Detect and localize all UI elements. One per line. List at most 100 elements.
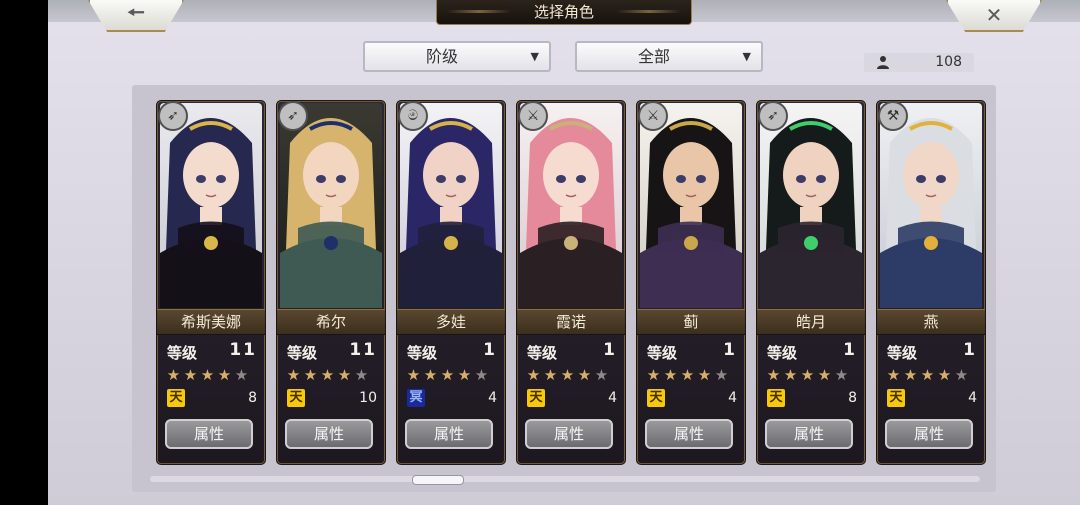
star-icon: ★ [697, 366, 712, 384]
level-value: 1 [723, 340, 737, 360]
character-portrait [520, 103, 622, 308]
rank-badge: 天 [647, 389, 665, 407]
class-filter-dropdown[interactable]: 阶级 ▼ [363, 41, 551, 72]
sword-icon: ⚔ [638, 101, 668, 131]
level-label: 等级 [407, 344, 438, 362]
attribute-button[interactable]: 属性 [885, 419, 973, 449]
star-icon: ★ [817, 366, 832, 384]
person-icon [877, 56, 889, 69]
star-icon: ★ [594, 366, 609, 384]
character-card[interactable]: ➶ 希尔 等级 11 ★ ★ ★ ★ ★ 天 10 属性 [276, 100, 386, 465]
star-rating: ★ ★ ★ ★ ★ [765, 365, 850, 384]
character-card[interactable]: ⚔ 蓟 等级 1 ★ ★ ★ ★ ★ 天 4 属性 [636, 100, 746, 465]
star-icon: ★ [354, 366, 369, 384]
scrollbar-thumb[interactable] [412, 475, 464, 485]
level-label: 等级 [887, 344, 918, 362]
rank-badge: 冥 [407, 389, 425, 407]
star-rating: ★ ★ ★ ★ ★ [285, 365, 370, 384]
star-icon: ★ [406, 366, 421, 384]
star-icon: ★ [474, 366, 489, 384]
attribute-button[interactable]: 属性 [765, 419, 853, 449]
star-icon: ★ [166, 366, 181, 384]
character-portrait [160, 103, 262, 308]
star-rating: ★ ★ ★ ★ ★ [645, 365, 730, 384]
character-name: 蓟 [637, 309, 745, 335]
character-name: 希尔 [277, 309, 385, 335]
attribute-button[interactable]: 属性 [525, 419, 613, 449]
star-icon: ★ [646, 366, 661, 384]
character-name: 多娃 [397, 309, 505, 335]
attribute-button[interactable]: 属性 [285, 419, 373, 449]
dropdown-triangle-icon: ▼ [742, 50, 751, 63]
character-stats: 等级 1 ★ ★ ★ ★ ★ 天 4 属性 [877, 334, 985, 464]
star-icon: ★ [440, 366, 455, 384]
attribute-button[interactable]: 属性 [405, 419, 493, 449]
star-icon: ★ [543, 366, 558, 384]
star-icon: ★ [423, 366, 438, 384]
rank-badge: 天 [887, 389, 905, 407]
character-portrait [880, 103, 982, 308]
character-name: 希斯美娜 [157, 309, 265, 335]
star-icon: ★ [834, 366, 849, 384]
star-icon: ★ [217, 366, 232, 384]
character-select-screen: 选择角色 🠔 ✕ 阶级 ▼ 全部 ▼ 108 ➶ 希斯美娜 等级 11 ★ ★ … [48, 0, 1080, 505]
star-icon: ★ [783, 366, 798, 384]
back-arrow-icon: 🠔 [127, 0, 145, 24]
character-portrait [760, 103, 862, 308]
attribute-button[interactable]: 属性 [165, 419, 253, 449]
star-icon: ★ [560, 366, 575, 384]
character-stats: 等级 1 ★ ★ ★ ★ ★ 天 8 属性 [757, 334, 865, 464]
star-icon: ★ [714, 366, 729, 384]
character-card[interactable]: ➶ 皓月 等级 1 ★ ★ ★ ★ ★ 天 8 属性 [756, 100, 866, 465]
attribute-button[interactable]: 属性 [645, 419, 733, 449]
bow-icon: ➶ [158, 101, 188, 131]
star-icon: ★ [954, 366, 969, 384]
level-label: 等级 [527, 344, 558, 362]
character-stats: 等级 1 ★ ★ ★ ★ ★ 天 4 属性 [517, 334, 625, 464]
star-icon: ★ [920, 366, 935, 384]
type-filter-dropdown[interactable]: 全部 ▼ [575, 41, 763, 72]
star-icon: ★ [303, 366, 318, 384]
character-count-badge: 108 [864, 53, 974, 72]
back-button[interactable]: 🠔 [88, 0, 184, 32]
star-rating: ★ ★ ★ ★ ★ [405, 365, 490, 384]
level-value: 1 [963, 340, 977, 360]
level-value: 1 [483, 340, 497, 360]
star-rating: ★ ★ ★ ★ ★ [525, 365, 610, 384]
character-card[interactable]: ➶ 希斯美娜 等级 11 ★ ★ ★ ★ ★ 天 8 属性 [156, 100, 266, 465]
character-name: 燕 [877, 309, 985, 335]
cost-value: 8 [248, 390, 257, 406]
star-icon: ★ [680, 366, 695, 384]
level-label: 等级 [167, 344, 198, 362]
character-name: 皓月 [757, 309, 865, 335]
character-name: 霞诺 [517, 309, 625, 335]
character-card[interactable]: ම 多娃 等级 1 ★ ★ ★ ★ ★ 冥 4 属性 [396, 100, 506, 465]
character-portrait [400, 103, 502, 308]
cost-value: 8 [848, 390, 857, 406]
star-icon: ★ [337, 366, 352, 384]
character-card[interactable]: ⚒ 燕 等级 1 ★ ★ ★ ★ ★ 天 4 属性 [876, 100, 986, 465]
horizontal-scrollbar[interactable] [150, 476, 980, 482]
star-icon: ★ [886, 366, 901, 384]
bow-icon: ➶ [758, 101, 788, 131]
star-icon: ★ [183, 366, 198, 384]
close-x-icon: ✕ [985, 3, 1003, 27]
level-label: 等级 [647, 344, 678, 362]
star-icon: ★ [320, 366, 335, 384]
hammer-icon: ⚒ [878, 101, 908, 131]
page-title: 选择角色 [436, 0, 692, 25]
character-stats: 等级 11 ★ ★ ★ ★ ★ 天 8 属性 [157, 334, 265, 464]
star-icon: ★ [200, 366, 215, 384]
level-value: 1 [843, 340, 857, 360]
level-value: 11 [349, 340, 377, 360]
level-label: 等级 [767, 344, 798, 362]
cost-value: 4 [968, 390, 977, 406]
character-card[interactable]: ⚔ 霞诺 等级 1 ★ ★ ★ ★ ★ 天 4 属性 [516, 100, 626, 465]
character-portrait [280, 103, 382, 308]
character-stats: 等级 11 ★ ★ ★ ★ ★ 天 10 属性 [277, 334, 385, 464]
close-button[interactable]: ✕ [946, 0, 1042, 32]
type-filter-label: 全部 [637, 47, 670, 66]
sword-icon: ⚔ [518, 101, 548, 131]
level-value: 11 [229, 340, 257, 360]
rank-badge: 天 [527, 389, 545, 407]
